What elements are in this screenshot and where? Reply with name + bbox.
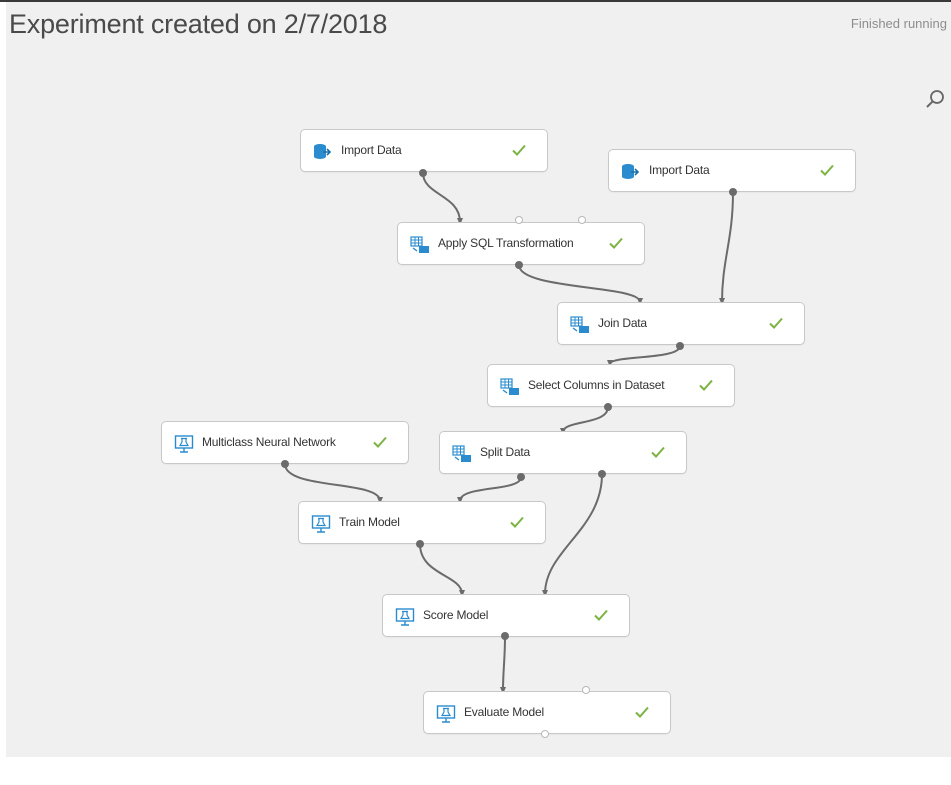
output-port[interactable]: [501, 632, 509, 640]
module-train-model[interactable]: Train Model: [298, 501, 546, 544]
module-label: Multiclass Neural Network: [202, 435, 336, 449]
module-label: Split Data: [480, 445, 531, 459]
data-transform-icon: [410, 236, 429, 253]
module-label: Train Model: [339, 515, 400, 529]
experiment-title: Experiment created on 2/7/2018: [9, 9, 388, 39]
import-data-icon: [314, 144, 332, 159]
check-icon: [594, 609, 608, 621]
search-icon[interactable]: [924, 88, 946, 110]
check-icon: [820, 164, 834, 176]
data-transform-icon: [570, 316, 589, 333]
check-icon: [510, 516, 524, 528]
output-port[interactable]: [416, 540, 424, 548]
output-port[interactable]: [281, 460, 289, 468]
output-port[interactable]: [598, 470, 606, 478]
output-port[interactable]: [604, 403, 612, 411]
module-label: Import Data: [649, 163, 710, 177]
ml-module-icon: [174, 435, 194, 453]
output-port[interactable]: [419, 169, 427, 177]
module-import-data-2[interactable]: Import Data: [608, 149, 856, 192]
module-label: Import Data: [341, 143, 402, 157]
check-icon: [635, 706, 649, 718]
module-apply-sql-transformation[interactable]: Apply SQL Transformation: [397, 222, 645, 265]
check-icon: [609, 237, 623, 249]
output-port[interactable]: [515, 261, 523, 269]
output-port[interactable]: [517, 473, 525, 481]
ml-module-icon: [395, 608, 415, 626]
check-icon: [651, 446, 665, 458]
import-data-icon: [622, 164, 640, 179]
module-label: Join Data: [598, 316, 647, 330]
input-port[interactable]: [515, 216, 523, 224]
module-join-data[interactable]: Join Data: [557, 302, 805, 345]
check-icon: [769, 317, 783, 329]
output-port[interactable]: [729, 188, 737, 196]
output-port[interactable]: [541, 730, 549, 738]
check-icon: [373, 436, 387, 448]
module-label: Apply SQL Transformation: [438, 236, 574, 250]
module-label: Select Columns in Dataset: [528, 378, 665, 392]
module-evaluate-model[interactable]: Evaluate Model: [423, 691, 671, 734]
input-port[interactable]: [578, 216, 586, 224]
check-icon: [699, 379, 713, 391]
top-border: [0, 0, 951, 2]
module-import-data-1[interactable]: Import Data: [300, 129, 548, 172]
check-icon: [512, 144, 526, 156]
module-multiclass-neural-network[interactable]: Multiclass Neural Network: [161, 421, 409, 464]
output-port[interactable]: [676, 342, 684, 350]
module-label: Score Model: [423, 608, 489, 622]
experiment-canvas[interactable]: [6, 0, 951, 757]
module-label: Evaluate Model: [464, 705, 544, 719]
data-transform-icon: [452, 445, 471, 462]
ml-module-icon: [436, 705, 456, 723]
module-split-data[interactable]: Split Data: [439, 431, 687, 474]
data-transform-icon: [500, 378, 519, 395]
ml-module-icon: [311, 515, 331, 533]
input-port[interactable]: [582, 686, 590, 694]
run-status: Finished running: [850, 16, 947, 31]
module-select-columns[interactable]: Select Columns in Dataset: [487, 364, 735, 407]
module-score-model[interactable]: Score Model: [382, 594, 630, 637]
